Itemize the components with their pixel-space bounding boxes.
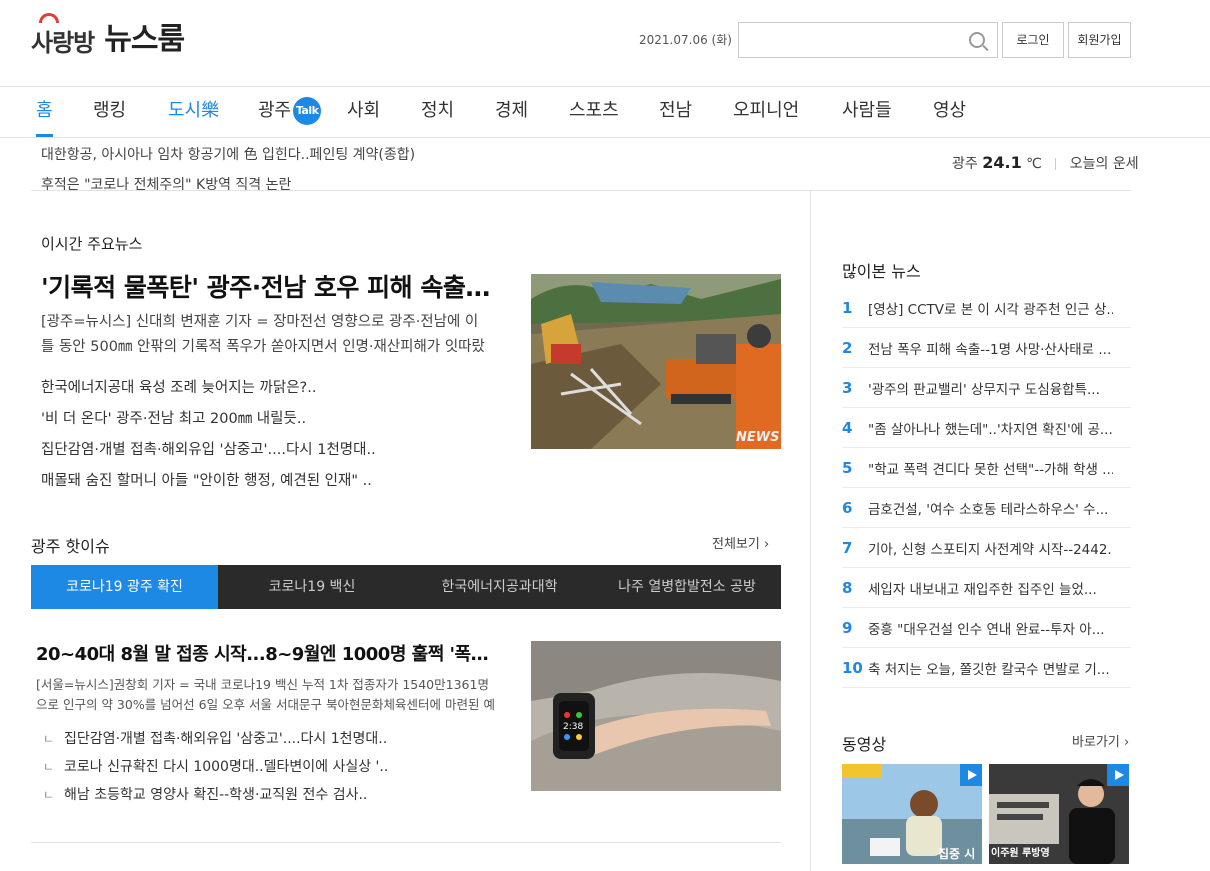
rank-number: 9 bbox=[842, 618, 853, 637]
ticker-item[interactable]: 후적은 "코로나 전체주의" K방역 직격 논란 bbox=[41, 177, 291, 190]
nav-opinion[interactable]: 오피니언 bbox=[733, 87, 799, 137]
rank-number: 5 bbox=[842, 458, 853, 477]
tab-covid-confirmed[interactable]: 코로나19 광주 확진 bbox=[31, 565, 218, 609]
rank-text: 축 처지는 오늘, 쫄깃한 칼국수 면발로 기... bbox=[868, 661, 1110, 678]
rank-text: 기아, 신형 스포티지 사전계약 시작--2442... bbox=[868, 541, 1113, 558]
ticker-item[interactable]: 대한항공, 아시아나 임차 항공기에 色 입힌다..페인팅 계약(종합) bbox=[41, 147, 415, 163]
nav-video[interactable]: 영상 bbox=[933, 87, 966, 137]
tab-kentech[interactable]: 한국에너지공과대학 bbox=[406, 565, 593, 609]
nav-politics[interactable]: 정치 bbox=[421, 87, 454, 137]
nav-economy[interactable]: 경제 bbox=[495, 87, 528, 137]
rank-number: 4 bbox=[842, 418, 853, 437]
rank-number: 2 bbox=[842, 338, 853, 357]
main-nav: 홈 랭킹 도시樂 광주 Talk 사회 정치 경제 스포츠 전남 오피니언 사람들… bbox=[0, 87, 1210, 138]
signup-button[interactable]: 회원가입 bbox=[1068, 22, 1131, 58]
hot-issue-headline[interactable]: 20~40대 8월 말 접종 시작...8~9월엔 1000명 훌쩍 '폭발적 … bbox=[36, 640, 496, 666]
site-header: 사랑방 뉴스룸 2021.07.06 (화) 로그인 회원가입 bbox=[0, 0, 1210, 87]
news-ticker: 대한항공, 아시아나 임차 항공기에 色 입힌다..페인팅 계약(종합) 후적은… bbox=[41, 146, 561, 190]
ranking-item[interactable]: 2 전남 폭우 피해 속출--1명 사망·산사태로 ... bbox=[842, 328, 1131, 368]
sub-link[interactable]: 코로나 신규확진 다시 1000명대..델타변이에 사실상 '.. bbox=[43, 756, 388, 776]
current-date: 2021.07.06 (화) bbox=[639, 33, 732, 47]
nav-jeonnam[interactable]: 전남 bbox=[659, 87, 692, 137]
thumb1-caption: 집중 시 bbox=[938, 846, 975, 861]
watch-time: 2:38 bbox=[563, 722, 583, 732]
play-icon bbox=[1107, 764, 1129, 786]
photo-watermark: NEWS bbox=[736, 430, 779, 445]
hot-issue-tabs: 코로나19 광주 확진 코로나19 백신 한국에너지공과대학 나주 열병합발전소… bbox=[31, 565, 781, 609]
rank-number: 8 bbox=[842, 578, 853, 597]
hot-issue-title: 광주 핫이슈 bbox=[31, 537, 110, 556]
rank-text: 중흥 "대우건설 인수 연내 완료--투자 아... bbox=[868, 621, 1105, 638]
top-news-headline[interactable]: '기록적 물폭탄' 광주·전남 호우 피해 속출... bbox=[41, 268, 491, 304]
talk-badge: Talk bbox=[293, 97, 322, 125]
rank-text: 금호건설, '여수 소호동 테라스하우스' 수... bbox=[868, 501, 1109, 518]
related-link[interactable]: 한국에너지공대 육성 조례 늦어지는 까닭은?.. bbox=[41, 376, 491, 397]
video-thumbnail[interactable]: 집중 시 bbox=[842, 764, 982, 864]
hot-issue-photo[interactable]: 2:38 bbox=[531, 641, 781, 791]
search-input[interactable] bbox=[739, 23, 954, 57]
rank-text: [영상] CCTV로 본 이 시각 광주천 인근 상... bbox=[868, 301, 1113, 318]
video-more-link[interactable]: 바로가기 › bbox=[1072, 731, 1129, 750]
rank-text: "학교 폭력 견디다 못한 선택"--가해 학생 ... bbox=[868, 461, 1113, 478]
ranking-item[interactable]: 5 "학교 폭력 견디다 못한 선택"--가해 학생 ... bbox=[842, 448, 1131, 488]
top-news-lead[interactable]: [광주=뉴시스] 신대희 변재훈 기자 = 장마전선 영향으로 광주·전남에 이… bbox=[41, 310, 491, 360]
rank-text: 전남 폭우 피해 속출--1명 사망·산사태로 ... bbox=[868, 341, 1112, 358]
tab-covid-vaccine[interactable]: 코로나19 백신 bbox=[218, 565, 406, 609]
sub-link[interactable]: 해남 초등학교 영양사 확진--학생·교직원 전수 검사.. bbox=[43, 784, 367, 804]
related-link[interactable]: 매몰돼 숨진 할머니 아들 "안이한 행정, 예견된 인재" .. bbox=[41, 469, 491, 490]
play-icon bbox=[960, 764, 982, 786]
logo-newsroom: 뉴스룸 bbox=[104, 22, 185, 57]
rank-text: 세입자 내보내고 재입주한 집주인 늘었... bbox=[868, 581, 1097, 598]
weather-unit: ℃ bbox=[1026, 156, 1042, 172]
related-link[interactable]: 집단감염·개별 접촉·해외유입 '삼중고'....다시 1천명대.. bbox=[41, 438, 491, 459]
rank-number: 6 bbox=[842, 498, 853, 517]
nav-gwangju-label: 광주 bbox=[258, 100, 292, 121]
ranking-item[interactable]: 1 [영상] CCTV로 본 이 시각 광주천 인근 상... bbox=[842, 288, 1131, 328]
rank-number: 1 bbox=[842, 298, 853, 317]
ranking-item[interactable]: 7 기아, 신형 스포티지 사전계약 시작--2442... bbox=[842, 528, 1131, 568]
fortune-link[interactable]: 오늘의 운세 bbox=[1070, 156, 1139, 172]
sub-link[interactable]: 집단감염·개별 접촉·해외유입 '삼중고'....다시 1천명대.. bbox=[43, 728, 387, 748]
related-link[interactable]: '비 더 온다' 광주·전남 최고 200㎜ 내릴듯.. bbox=[41, 407, 491, 428]
rank-text: '광주의 판교밸리' 상무지구 도심융합특... bbox=[868, 381, 1100, 398]
login-button[interactable]: 로그인 bbox=[1002, 22, 1064, 58]
search-box bbox=[738, 22, 998, 58]
video-thumbnail[interactable]: 이주원 루방영 bbox=[989, 764, 1129, 864]
ranking-item[interactable]: 3 '광주의 판교밸리' 상무지구 도심융합특... bbox=[842, 368, 1131, 408]
view-all-link[interactable]: 전체보기 › bbox=[712, 533, 769, 552]
top-news-title: 이시간 주요뉴스 bbox=[41, 235, 143, 253]
nav-society[interactable]: 사회 bbox=[347, 87, 380, 137]
thumb2-caption: 이주원 루방영 bbox=[991, 846, 1050, 859]
column-divider bbox=[810, 190, 811, 871]
rank-number: 3 bbox=[842, 378, 853, 397]
rank-text: "좀 살아나나 했는데"..'차지연 확진'에 공... bbox=[868, 421, 1113, 438]
top-news-photo[interactable]: NEWS bbox=[531, 274, 781, 449]
weather-widget: 광주 24.1 ℃ 오늘의 운세 bbox=[952, 153, 1139, 173]
search-icon[interactable] bbox=[969, 32, 985, 48]
nav-gwangju-talk[interactable]: 광주 Talk bbox=[258, 87, 322, 137]
rank-number: 10 bbox=[842, 658, 863, 677]
ranking-item[interactable]: 10 축 처지는 오늘, 쫄깃한 칼국수 면발로 기... bbox=[842, 648, 1131, 688]
nav-people[interactable]: 사람들 bbox=[842, 87, 892, 137]
ranking-item[interactable]: 9 중흥 "대우건설 인수 연내 완료--투자 아... bbox=[842, 608, 1131, 648]
rank-number: 7 bbox=[842, 538, 853, 557]
hot-issue-lead[interactable]: [서울=뉴시스]권창회 기자 = 국내 코로나19 백신 누적 1차 접종자가 … bbox=[36, 675, 496, 715]
weather-city: 광주 bbox=[952, 156, 978, 172]
nav-dosirak[interactable]: 도시樂 bbox=[168, 87, 219, 137]
divider bbox=[31, 190, 1131, 191]
nav-ranking[interactable]: 랭킹 bbox=[93, 87, 126, 137]
nav-home[interactable]: 홈 bbox=[36, 87, 53, 137]
ranking-title: 많이본 뉴스 bbox=[842, 262, 921, 281]
weather-temp: 24.1 bbox=[982, 153, 1022, 172]
divider bbox=[31, 842, 781, 843]
tab-naju-plant[interactable]: 나주 열병합발전소 공방 bbox=[593, 565, 781, 609]
ranking-item[interactable]: 6 금호건설, '여수 소호동 테라스하우스' 수... bbox=[842, 488, 1131, 528]
ranking-item[interactable]: 4 "좀 살아나나 했는데"..'차지연 확진'에 공... bbox=[842, 408, 1131, 448]
video-title: 동영상 bbox=[842, 735, 887, 754]
logo-brand: 사랑방 bbox=[31, 13, 95, 58]
site-logo[interactable]: 사랑방 뉴스룸 bbox=[31, 13, 185, 58]
ranking-item[interactable]: 8 세입자 내보내고 재입주한 집주인 늘었... bbox=[842, 568, 1131, 608]
nav-sports[interactable]: 스포츠 bbox=[569, 87, 619, 137]
